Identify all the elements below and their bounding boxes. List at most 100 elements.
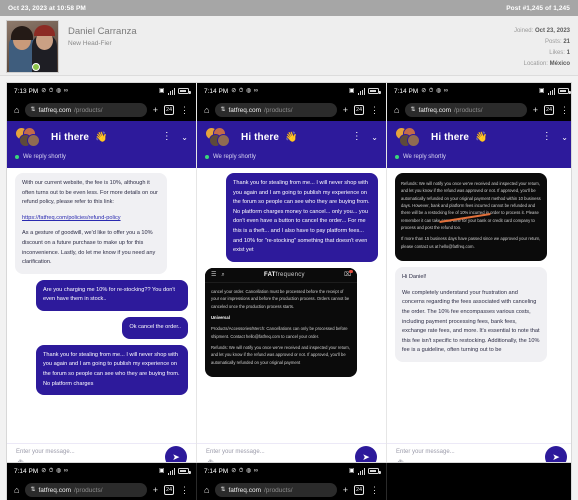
whatsapp-icon: ◍ bbox=[245, 468, 252, 474]
whatsapp-icon: ◍ bbox=[435, 88, 442, 94]
status-clock: 7:14 PM bbox=[204, 87, 229, 95]
sim-icon: ▣ bbox=[158, 468, 165, 474]
do-not-disturb-icon: ⊘ bbox=[41, 468, 47, 474]
address-bar-4[interactable]: ⇅ fatfreq.com /products/ bbox=[25, 483, 147, 497]
tab-switcher-button[interactable]: 24 bbox=[164, 485, 174, 495]
home-icon[interactable]: ⌂ bbox=[204, 105, 209, 115]
overflow-menu-icon[interactable]: ⋮ bbox=[370, 105, 379, 115]
chat-message-list-1[interactable]: With our current website, the fee is 10%… bbox=[7, 168, 196, 443]
agent-avatars-icon bbox=[15, 127, 45, 147]
chat-menu-icon[interactable]: ⋮ bbox=[162, 132, 173, 142]
tab-switcher-button[interactable]: 24 bbox=[354, 105, 364, 115]
tab-switcher-button[interactable]: 24 bbox=[354, 485, 364, 495]
tab-switcher-button[interactable]: 24 bbox=[164, 105, 174, 115]
status-system-icons: ▣ bbox=[158, 468, 191, 475]
waving-hand-icon: 👋 bbox=[475, 131, 488, 143]
chevron-down-icon[interactable]: ⌄ bbox=[181, 133, 188, 142]
new-tab-icon[interactable]: + bbox=[343, 105, 348, 115]
alarm-icon: ⏱ bbox=[48, 468, 54, 474]
url-path: /products/ bbox=[73, 486, 103, 494]
new-tab-icon[interactable]: + bbox=[153, 485, 158, 495]
browser-toolbar-1[interactable]: ⌂ ⇅ fatfreq.com /products/ + 24 ⋮ bbox=[7, 99, 196, 121]
url-host: fatfreq.com bbox=[38, 106, 71, 114]
message-input-placeholder[interactable]: Enter your message... bbox=[396, 449, 567, 455]
signal-strength-icon bbox=[357, 468, 365, 475]
phone-screenshot-3[interactable]: 7:14 PM ⊘ ⏱ ◍ ∞ ▣ ⌂ ⇅ fatfreq.com /produ… bbox=[387, 83, 571, 499]
chat-message-list-2[interactable]: Thank you for stealing from me... I will… bbox=[197, 168, 386, 443]
message-input-placeholder[interactable]: Enter your message... bbox=[206, 449, 377, 455]
stat-posts: Posts: 21 bbox=[514, 37, 570, 48]
chat-bubble-incoming: With our current website, the fee is 10%… bbox=[15, 173, 167, 274]
message-input-placeholder[interactable]: Enter your message... bbox=[16, 449, 187, 455]
overflow-menu-icon[interactable]: ⋮ bbox=[180, 105, 189, 115]
browser-toolbar-5[interactable]: ⌂ ⇅ fatfreq.com /products/ + 24 ⋮ bbox=[197, 479, 386, 500]
site-settings-icon[interactable]: ⇅ bbox=[30, 487, 35, 493]
cart-icon[interactable]: ⌧ bbox=[344, 269, 353, 278]
overflow-menu-icon[interactable]: ⋮ bbox=[370, 485, 379, 495]
site-settings-icon[interactable]: ⇅ bbox=[220, 487, 225, 493]
site-settings-icon[interactable]: ⇅ bbox=[220, 107, 225, 113]
chat-message-list-3[interactable]: Refunds: We will notify you once we've r… bbox=[387, 168, 571, 443]
attached-screenshot-card[interactable]: Refunds: We will notify you once we've r… bbox=[395, 173, 547, 262]
phone-screenshot-2[interactable]: 7:14 PM ⊘ ⏱ ◍ ∞ ▣ ⌂ ⇅ fatfreq.com /produ… bbox=[197, 83, 387, 499]
chevron-down-icon[interactable]: ⌄ bbox=[371, 133, 378, 142]
bubble-paragraph: With our current website, the fee is 10%… bbox=[22, 180, 158, 206]
overflow-menu-icon[interactable]: ⋮ bbox=[560, 105, 569, 115]
refund-policy-link[interactable]: https://fatfreq.com/policies/refund-poli… bbox=[22, 215, 121, 221]
stat-location: Location: México bbox=[514, 59, 570, 70]
overflow-menu-icon[interactable]: ⋮ bbox=[180, 485, 189, 495]
hamburger-icon[interactable]: ☰ bbox=[211, 272, 216, 278]
post-author-name[interactable]: Daniel Carranza bbox=[68, 26, 137, 37]
site-settings-icon[interactable]: ⇅ bbox=[410, 107, 415, 113]
attached-screenshot-card[interactable]: ☰ ⌕ FATfrequency ⌧ cancel your order. Ca… bbox=[205, 267, 357, 377]
more-notifications-icon: ∞ bbox=[443, 88, 448, 94]
android-status-bar: 7:13 PM ⊘ ⏱ ◍ ∞ ▣ bbox=[7, 83, 196, 99]
phone-screenshot-4[interactable]: 7:14 PM ⊘ ⏱ ◍ ∞ ▣ ⌂ ⇅ fatfreq.com /produ… bbox=[7, 463, 197, 500]
battery-icon bbox=[558, 88, 571, 94]
new-tab-icon[interactable]: + bbox=[533, 105, 538, 115]
home-icon[interactable]: ⌂ bbox=[14, 105, 19, 115]
browser-toolbar-2[interactable]: ⌂ ⇅ fatfreq.com /products/ + 24 ⋮ bbox=[197, 99, 386, 121]
status-notification-icons: ⊘ ⏱ ◍ ∞ bbox=[41, 468, 68, 474]
online-dot-icon bbox=[395, 155, 399, 159]
address-bar-2[interactable]: ⇅ fatfreq.com /products/ bbox=[215, 103, 337, 117]
post-author-rank: New Head-Fier bbox=[68, 40, 112, 47]
address-bar-1[interactable]: ⇅ fatfreq.com /products/ bbox=[25, 103, 147, 117]
chat-menu-icon[interactable]: ⋮ bbox=[542, 132, 553, 142]
chat-bubble-outgoing: Thank you for stealing from me... I will… bbox=[36, 344, 188, 396]
attached-screenshot-strip[interactable]: 7:14 PM ⊘ ⏱ ◍ ∞ ▣ ⌂ ⇅ fatfreq.com /produ… bbox=[6, 462, 572, 500]
browser-toolbar-4[interactable]: ⌂ ⇅ fatfreq.com /products/ + 24 ⋮ bbox=[7, 479, 196, 500]
status-notification-icons: ⊘ ⏱ ◍ ∞ bbox=[421, 88, 448, 94]
android-status-bar: 7:14 PM ⊘ ⏱ ◍ ∞ ▣ bbox=[197, 463, 386, 479]
phone-screenshot-1[interactable]: 7:13 PM ⊘ ⏱ ◍ ∞ ▣ ⌂ ⇅ fatfreq.com /produ… bbox=[7, 83, 197, 499]
stat-likes: Likes: 1 bbox=[514, 48, 570, 59]
browser-toolbar-3[interactable]: ⌂ ⇅ fatfreq.com /products/ + 24 ⋮ bbox=[387, 99, 571, 121]
phone-screenshot-5[interactable]: 7:14 PM ⊘ ⏱ ◍ ∞ ▣ ⌂ ⇅ fatfreq.com /produ… bbox=[197, 463, 387, 500]
chat-widget-header-3: Hi there 👋 ⋮ ⌄ We reply shortly bbox=[387, 121, 571, 168]
search-icon[interactable]: ⌕ bbox=[221, 272, 224, 278]
signal-strength-icon bbox=[167, 468, 175, 475]
address-bar-5[interactable]: ⇅ fatfreq.com /products/ bbox=[215, 483, 337, 497]
stat-joined-value: Oct 23, 2023 bbox=[534, 28, 570, 34]
bubble-greeting: Hi Daniel! bbox=[402, 274, 427, 281]
address-bar-3[interactable]: ⇅ fatfreq.com /products/ bbox=[405, 103, 527, 117]
attached-screenshot-collage[interactable]: 7:13 PM ⊘ ⏱ ◍ ∞ ▣ ⌂ ⇅ fatfreq.com /produ… bbox=[6, 82, 572, 500]
home-icon[interactable]: ⌂ bbox=[204, 485, 209, 495]
new-tab-icon[interactable]: + bbox=[343, 485, 348, 495]
new-tab-icon[interactable]: + bbox=[153, 105, 158, 115]
do-not-disturb-icon: ⊘ bbox=[231, 468, 237, 474]
home-icon[interactable]: ⌂ bbox=[14, 485, 19, 495]
brand-light: frequency bbox=[275, 271, 305, 278]
tab-switcher-button[interactable]: 24 bbox=[544, 105, 554, 115]
chat-menu-icon[interactable]: ⋮ bbox=[352, 132, 363, 142]
stat-likes-value: 1 bbox=[566, 50, 570, 57]
url-host: fatfreq.com bbox=[418, 106, 451, 114]
site-settings-icon[interactable]: ⇅ bbox=[30, 107, 35, 113]
post-counter[interactable]: Post #1,245 of 1,245 bbox=[506, 5, 570, 12]
home-icon[interactable]: ⌂ bbox=[394, 105, 399, 115]
url-host: fatfreq.com bbox=[228, 106, 261, 114]
post-author-identity: Daniel Carranza New Head-Fier bbox=[59, 20, 137, 75]
chat-bubble-outgoing: Are you charging me 10% for re-stocking?… bbox=[36, 279, 188, 312]
avatar[interactable] bbox=[6, 20, 59, 73]
chevron-down-icon[interactable]: ⌄ bbox=[561, 133, 568, 142]
